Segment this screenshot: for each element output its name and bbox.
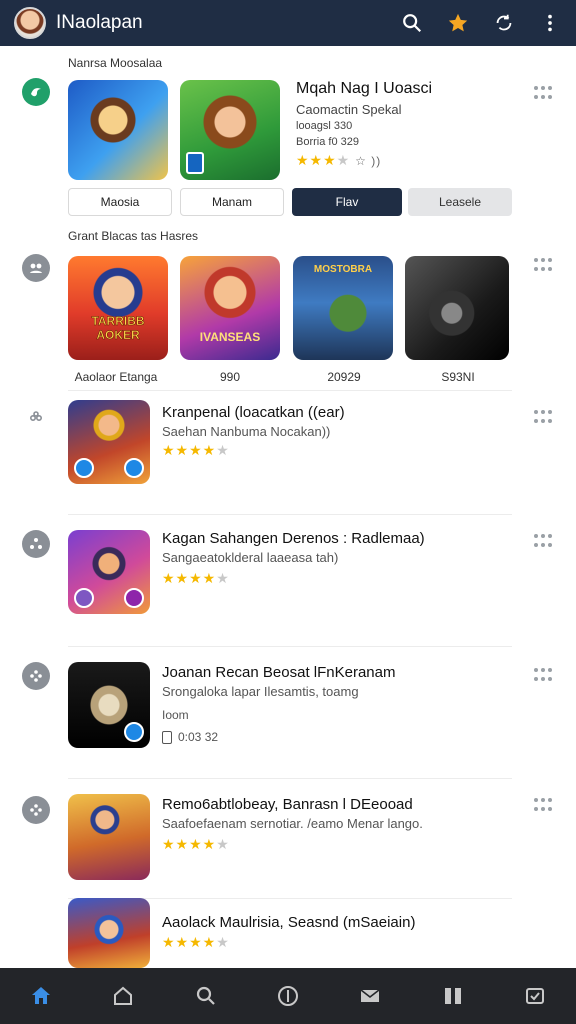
item-2-more-icon[interactable]: [534, 534, 552, 548]
list-item-5-rating: ★★★★★: [162, 934, 230, 950]
list-item-2-subtitle: Sangaeatoklderal laaeasa tah): [162, 550, 339, 565]
house-outline-icon[interactable]: [103, 976, 143, 1016]
puzzle-icon: [22, 404, 50, 432]
divider: [68, 778, 512, 779]
list-item-3-subtitle: Srongaloka lapar Ilesamtis, toamg: [162, 684, 359, 699]
game-tile-2-art-text: IVANSEAS: [199, 330, 261, 344]
top-app-bar: INaolapan: [0, 0, 576, 46]
chip-manam[interactable]: Manam: [180, 188, 284, 216]
search-icon[interactable]: [400, 11, 424, 35]
avatar[interactable]: [14, 7, 46, 39]
game-tile-1-art-text: TARRIBB AOKER: [91, 314, 145, 343]
chip-maosia[interactable]: Maosia: [68, 188, 172, 216]
divider: [68, 390, 512, 391]
divider: [68, 646, 512, 647]
game-tile-3-art-text: MOSTOBRA: [313, 264, 373, 275]
home-icon[interactable]: [21, 976, 61, 1016]
game-caption-4: S93NI: [441, 370, 475, 384]
more-vert-icon[interactable]: [538, 11, 562, 35]
list-item-3-meta: 0:03 32: [162, 730, 218, 744]
search-nav-icon[interactable]: [186, 976, 226, 1016]
game-tile-1[interactable]: TARRIBB AOKER: [68, 256, 168, 360]
game-tile-2[interactable]: IVANSEAS: [180, 256, 280, 360]
games-more-icon[interactable]: [534, 258, 552, 272]
badge-icon: [124, 588, 144, 608]
star-icon[interactable]: [446, 11, 470, 35]
grid-icon[interactable]: [433, 976, 473, 1016]
film-reel-icon: [22, 796, 50, 824]
list-item-4-subtitle: Saafoefaenam sernotiar. /eamo Menar lang…: [162, 816, 423, 831]
featured-section-label: Nanrsa Moosalaa: [68, 56, 163, 70]
game-caption-2: 990: [219, 370, 241, 384]
featured-rating-text: ☆ )): [355, 154, 382, 168]
target-icon: [22, 530, 50, 558]
featured-tile-2[interactable]: [180, 80, 280, 180]
featured-line-1: Caomactin Spekal: [296, 102, 402, 117]
list-item-5-thumb[interactable]: [68, 898, 150, 968]
featured-line-3: Borria f0 329: [296, 136, 359, 148]
games-section-label: Grant Blacas tas Hasres: [68, 229, 199, 243]
list-item-3-title[interactable]: Joanan Recan Beosat lFnKeranam: [162, 664, 395, 681]
featured-line-2: looagsl 330: [296, 120, 353, 132]
chip-flav[interactable]: Flav: [292, 188, 402, 216]
game-tile-3[interactable]: MOSTOBRA: [293, 256, 393, 360]
file-icon: [162, 730, 172, 744]
list-item-3-extra: 0:03 32: [178, 730, 219, 744]
list-item-5-title[interactable]: Aaolack Maulrisia, Seasnd (mSaeiain): [162, 914, 415, 931]
chip-leasele[interactable]: Leasele: [408, 188, 512, 216]
list-item-1-subtitle: Saehan Nanbuma Nocakan)): [162, 424, 331, 439]
item-1-more-icon[interactable]: [534, 410, 552, 424]
featured-more-icon[interactable]: [534, 86, 552, 100]
mail-icon[interactable]: [350, 976, 390, 1016]
featured-tile-1[interactable]: [68, 80, 168, 180]
badge-icon: [124, 722, 144, 742]
game-caption-3: 20929: [327, 370, 361, 384]
item-4-more-icon[interactable]: [534, 798, 552, 812]
list-item-3-line3: Ioom: [162, 708, 189, 722]
badge-icon: [124, 458, 144, 478]
badge-icon: [186, 152, 204, 174]
item-3-more-icon[interactable]: [534, 668, 552, 682]
list-item-4-title[interactable]: Remo6abtlobeay, Banrasn l DEeooad: [162, 796, 413, 813]
game-tile-4[interactable]: [405, 256, 509, 360]
featured-rating: ★★★★ ☆ )): [296, 152, 382, 168]
list-item-2-thumb[interactable]: [68, 530, 150, 614]
bottom-navigation: [0, 968, 576, 1024]
badge-icon: [74, 458, 94, 478]
game-caption-1: Aaolaor Etanga: [74, 370, 158, 384]
sync-icon[interactable]: [492, 11, 516, 35]
divider: [68, 514, 512, 515]
list-item-1-rating: ★★★★★: [162, 442, 230, 458]
inbox-icon[interactable]: [515, 976, 555, 1016]
list-item-2-title[interactable]: Kagan Sahangen Derenos : Radlemaa): [162, 530, 425, 547]
app-title: INaolapan: [56, 12, 143, 33]
featured-title: Mqah Nag I Uoasci: [296, 80, 433, 97]
list-item-3-thumb[interactable]: [68, 662, 150, 748]
main-content: Nanrsa Moosalaa Mqah Nag I Uoasci Caomac…: [0, 46, 576, 968]
list-item-2-rating: ★★★★★: [162, 570, 230, 586]
list-item-4-rating: ★★★★★: [162, 836, 230, 852]
badge-icon: [74, 588, 94, 608]
film-reel-icon: [22, 662, 50, 690]
featured-section-icon: [22, 78, 50, 106]
list-item-1-thumb[interactable]: [68, 400, 150, 484]
games-section-icon: [22, 254, 50, 282]
list-item-1-title[interactable]: Kranpenal (loacatkan ((ear): [162, 404, 345, 421]
info-icon[interactable]: [268, 976, 308, 1016]
list-item-4-thumb[interactable]: [68, 794, 150, 880]
